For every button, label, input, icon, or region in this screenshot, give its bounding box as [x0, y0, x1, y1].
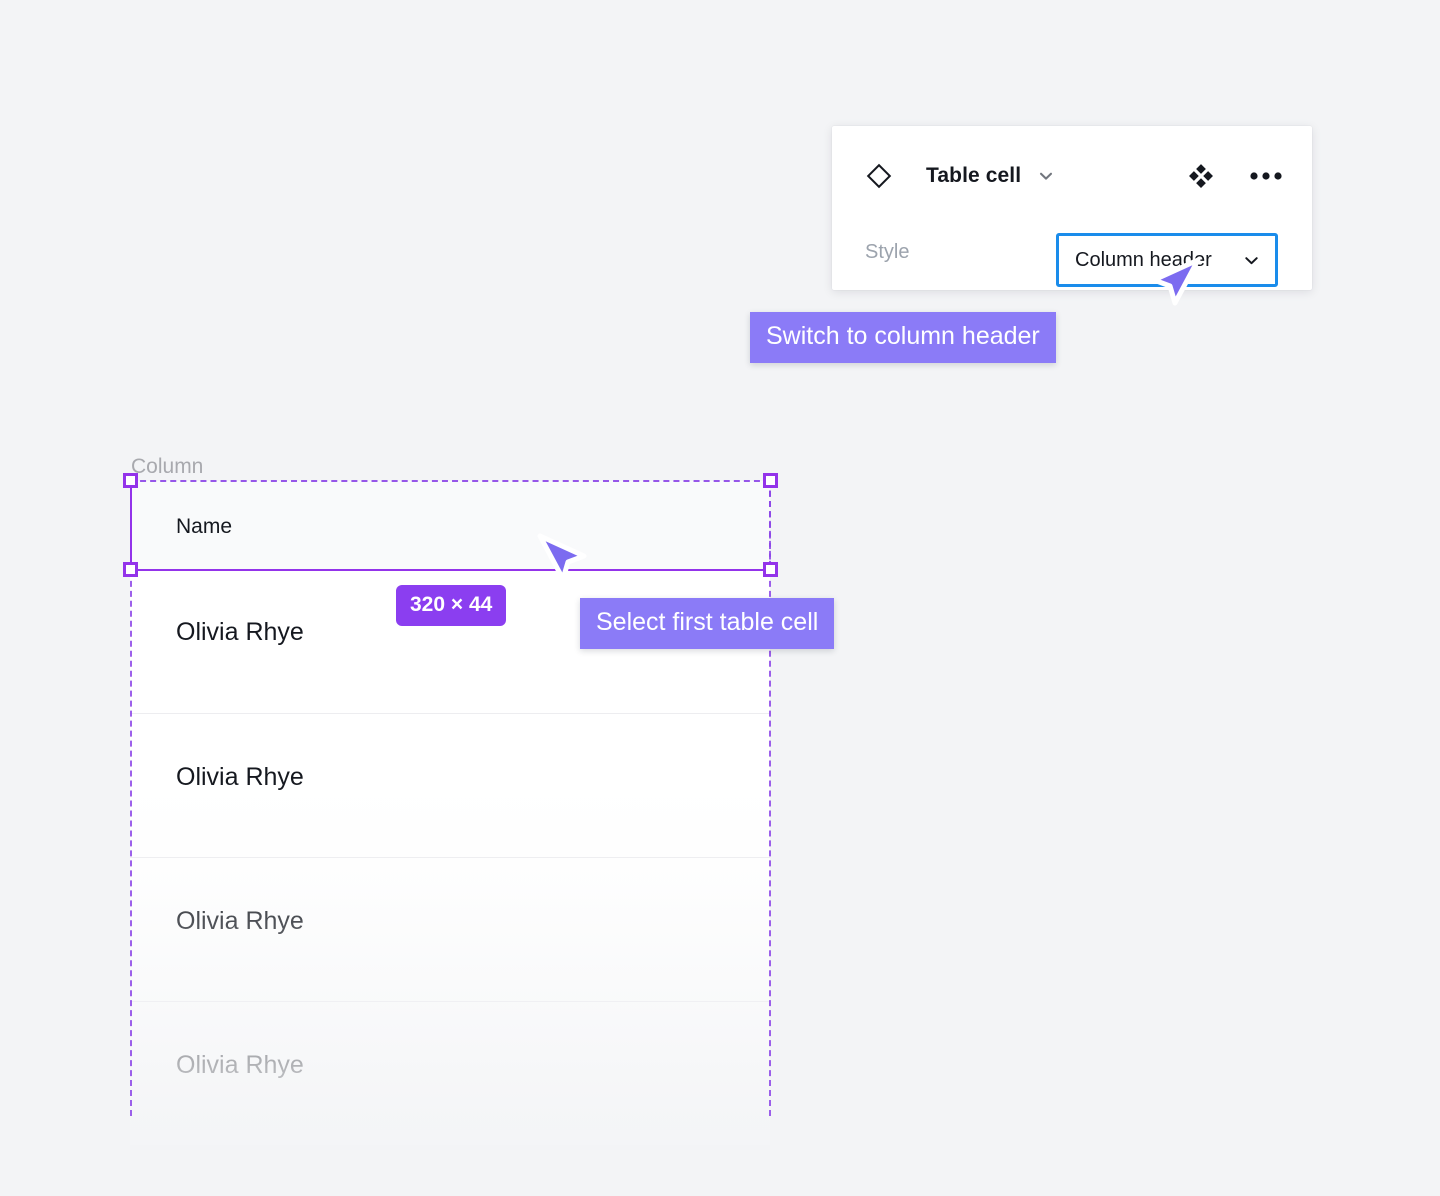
- table-row[interactable]: Olivia Rhye: [130, 1001, 770, 1145]
- table-cell-name: Olivia Rhye: [176, 907, 304, 936]
- selection-box-bottom-edge: [130, 569, 771, 571]
- panel-title: Table cell: [926, 164, 1021, 188]
- panel-header: Table cell: [832, 126, 1312, 226]
- selection-layer-label: Column: [131, 455, 203, 479]
- selection-handle-bottom-left[interactable]: [123, 562, 138, 577]
- callout-select-first-table-cell: Select first table cell: [580, 598, 834, 649]
- style-select-value: Column header: [1075, 249, 1212, 272]
- table-column-header-cell[interactable]: Name: [130, 481, 770, 569]
- callout-switch-to-column-header: Switch to column header: [750, 312, 1056, 363]
- more-horizontal-icon[interactable]: [1250, 171, 1282, 181]
- style-property-row: Style Column header: [832, 226, 1312, 290]
- table-cell-name: Olivia Rhye: [176, 763, 304, 792]
- table-header-label: Name: [176, 515, 232, 539]
- table-row[interactable]: Olivia Rhye: [130, 713, 770, 857]
- style-label: Style: [865, 241, 909, 264]
- selection-size-badge: 320 × 44: [396, 585, 506, 626]
- diamond-component-icon: [865, 162, 893, 190]
- selection-box-right-edge: [769, 480, 771, 570]
- table-cell-name: Olivia Rhye: [176, 618, 304, 647]
- chevron-down-icon[interactable]: [1037, 167, 1055, 185]
- selection-box-top-edge: [130, 480, 770, 482]
- selection-handle-bottom-right[interactable]: [763, 562, 778, 577]
- swap-instance-icon[interactable]: [1188, 163, 1214, 189]
- selection-handle-top-right[interactable]: [763, 473, 778, 488]
- selection-handle-top-left[interactable]: [123, 473, 138, 488]
- selection-box-left-edge: [130, 480, 132, 570]
- table-cell-name: Olivia Rhye: [176, 1051, 304, 1080]
- table-row[interactable]: Olivia Rhye: [130, 857, 770, 1001]
- style-select-dropdown[interactable]: Column header: [1056, 233, 1278, 287]
- design-canvas: Name Olivia Rhye Olivia Rhye Olivia Rhye…: [0, 0, 1440, 1196]
- chevron-down-icon: [1242, 251, 1261, 270]
- properties-panel: Table cell Style Column header: [832, 126, 1312, 290]
